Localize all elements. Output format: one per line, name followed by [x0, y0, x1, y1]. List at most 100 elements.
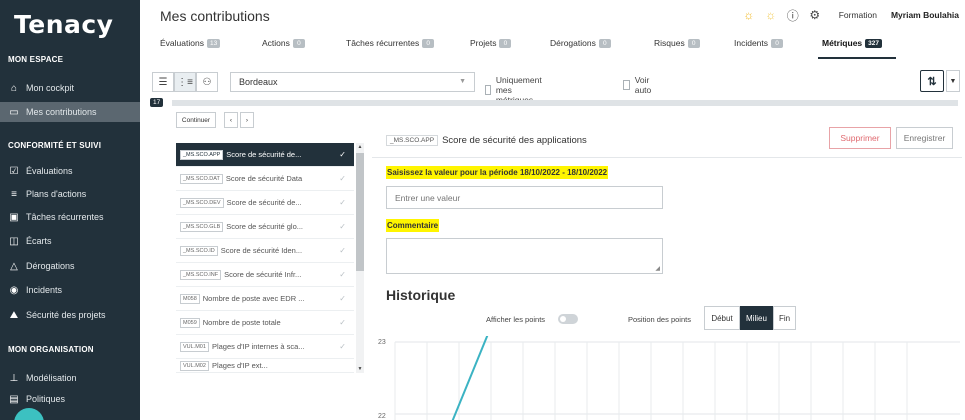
tab-incidents[interactable]: Incidents 0	[734, 34, 784, 52]
position-fin-button[interactable]: Fin	[773, 306, 796, 330]
app-root: Tenacy MON ESPACE ⌂ Mon cockpit ▭ Mes co…	[0, 0, 965, 420]
sidebar-item-taches[interactable]: ▣ Tâches récurrentes	[0, 207, 140, 227]
y-tick-label: 23	[378, 339, 386, 346]
tab-count: 13	[206, 38, 221, 48]
gear-icon[interactable]: ⚙	[807, 7, 823, 23]
sun-icon[interactable]: ☼	[741, 7, 757, 23]
check-icon: ✓	[339, 174, 346, 183]
checkbox-icon: ☑	[9, 165, 19, 177]
list-item[interactable]: _MS.SCO.DEV Score de sécurité de... ✓	[176, 191, 354, 215]
tab-label: Évaluations	[160, 38, 204, 48]
list-item[interactable]: _MS.SCO.APP Score de sécurité de... ✓	[176, 143, 354, 167]
gap-icon: ◫	[9, 235, 19, 247]
sidebar-item-modelisation[interactable]: ⊥ Modélisation	[0, 368, 140, 388]
sidebar-item-derogations[interactable]: △ Dérogations	[0, 256, 140, 276]
metric-code: _MS.SCO.DAT	[180, 173, 223, 184]
incident-icon: ◉	[9, 284, 19, 296]
show-points-toggle[interactable]	[558, 314, 578, 324]
list-item[interactable]: VUL.M02 Plages d'IP ext...	[176, 359, 354, 373]
sort-button[interactable]: ⇅	[920, 70, 944, 92]
voir-auto-checkbox[interactable]: Voir auto	[623, 75, 655, 95]
tab-actions[interactable]: Actions 0	[262, 34, 305, 52]
delete-button[interactable]: Supprimer	[829, 127, 891, 149]
section-conformite: CONFORMITÉ ET SUIVI	[8, 141, 102, 150]
sidebar-item-label: Dérogations	[26, 261, 75, 271]
tab-taches[interactable]: Tâches récurrentes 0	[346, 34, 435, 52]
avatar[interactable]	[14, 408, 44, 420]
scroll-down-icon[interactable]: ▼	[356, 366, 364, 372]
metric-code: VUL.M02	[180, 360, 209, 371]
value-input[interactable]	[386, 186, 663, 209]
sidebar-item-ecarts[interactable]: ◫ Écarts	[0, 231, 140, 251]
tab-derogations[interactable]: Dérogations 0	[550, 34, 611, 52]
prev-page-button[interactable]: ‹	[224, 112, 238, 128]
list-scrollbar[interactable]: ▲ ▼	[356, 143, 364, 373]
metric-header: _MS.SCO.APP Score de sécurité des applic…	[386, 135, 587, 146]
tab-label: Risques	[654, 38, 685, 48]
sidebar-item-incidents[interactable]: ◉ Incidents	[0, 280, 140, 300]
sort-menu-chevron-icon[interactable]: ▼	[946, 70, 960, 92]
tab-evaluations[interactable]: Évaluations 13	[160, 34, 221, 52]
resize-handle-icon[interactable]: ◢	[655, 265, 660, 272]
sidebar-item-securite-projets[interactable]: ⛰ Sécurité des projets	[0, 305, 140, 325]
position-milieu-button[interactable]: Milieu	[740, 306, 773, 330]
formation-label[interactable]: Formation	[839, 10, 877, 20]
voir-auto-label: Voir auto	[634, 75, 652, 95]
comment-textarea[interactable]: ◢	[386, 238, 663, 274]
home-icon: ⌂	[10, 82, 18, 94]
sidebar-item-label: Mon cockpit	[26, 83, 75, 93]
list-item[interactable]: M059 Nombre de poste totale ✓	[176, 311, 354, 335]
tab-label: Incidents	[734, 38, 769, 48]
next-page-button[interactable]: ›	[240, 112, 254, 128]
list-item[interactable]: _MS.SCO.INF Score de sécurité Infr... ✓	[176, 263, 354, 287]
tenacy-logo[interactable]: Tenacy	[14, 10, 113, 39]
clipboard-icon: ▣	[9, 211, 19, 223]
checkbox[interactable]	[623, 80, 630, 90]
chevron-down-icon: ▼	[459, 78, 466, 85]
list-item[interactable]: _MS.SCO.DAT Score de sécurité Data ✓	[176, 167, 354, 191]
list-item[interactable]: VUL.M01 Plages d'IP internes à sca... ✓	[176, 335, 354, 359]
list-view-icon[interactable]: ☰	[152, 72, 174, 92]
sidebar-item-contributions[interactable]: ▭ Mes contributions	[0, 102, 140, 122]
sun-outline-icon[interactable]: ☼	[763, 7, 779, 23]
list-item[interactable]: _MS.SCO.GLB Score de sécurité glo... ✓	[176, 215, 354, 239]
check-icon: ✓	[339, 222, 346, 231]
position-debut-button[interactable]: Début	[704, 306, 740, 330]
checkbox[interactable]	[485, 85, 491, 95]
help-icon[interactable]: ⓘ	[785, 7, 801, 23]
tab-metriques[interactable]: Métriques 327	[817, 34, 897, 59]
list-item[interactable]: _MS.SCO.ID Score de sécurité Iden... ✓	[176, 239, 354, 263]
save-button[interactable]: Enregistrer	[896, 127, 953, 149]
metric-code: _MS.SCO.DEV	[180, 197, 224, 208]
list-icon: ≡	[11, 188, 17, 200]
sidebar-item-plans[interactable]: ≡ Plans d'actions	[0, 184, 140, 204]
chat-icon: ▭	[9, 106, 19, 118]
org-view-icon[interactable]: ⚇	[196, 72, 218, 92]
sidebar-item-label: Tâches récurrentes	[26, 212, 104, 222]
perimeter-select[interactable]: Bordeaux ▼	[230, 72, 475, 92]
metric-label: Nombre de poste avec EDR ...	[202, 294, 305, 303]
sidebar-item-cockpit[interactable]: ⌂ Mon cockpit	[0, 78, 140, 98]
tab-count: 0	[292, 38, 305, 48]
history-chart: 23 22	[378, 336, 960, 420]
sidebar-item-label: Plans d'actions	[26, 189, 87, 199]
scroll-up-icon[interactable]: ▲	[356, 144, 364, 150]
comment-label: Commentaire	[386, 219, 440, 232]
metric-label: Score de sécurité Infr...	[224, 270, 302, 279]
metric-code: _MS.SCO.INF	[180, 269, 222, 280]
tab-projets[interactable]: Projets 0	[470, 34, 512, 52]
tab-risques[interactable]: Risques 0	[654, 34, 700, 52]
check-icon: ✓	[339, 294, 346, 303]
sidebar-item-evaluations[interactable]: ☑ Évaluations	[0, 161, 140, 181]
scrollbar-thumb[interactable]	[356, 153, 364, 271]
metric-label: Plages d'IP ext...	[211, 361, 268, 370]
sidebar-item-label: Modélisation	[26, 373, 77, 383]
tab-count: 0	[598, 38, 611, 48]
metric-code: _MS.SCO.ID	[180, 245, 218, 256]
list-item[interactable]: M058 Nombre de poste avec EDR ... ✓	[176, 287, 354, 311]
user-name[interactable]: Myriam Boulahia	[891, 10, 959, 20]
tab-count: 0	[499, 38, 512, 48]
continue-button[interactable]: Continuer	[176, 112, 216, 128]
sidebar-item-politiques[interactable]: ▤ Politiques	[0, 389, 140, 409]
detail-view-icon[interactable]: ⋮≡	[174, 72, 196, 92]
